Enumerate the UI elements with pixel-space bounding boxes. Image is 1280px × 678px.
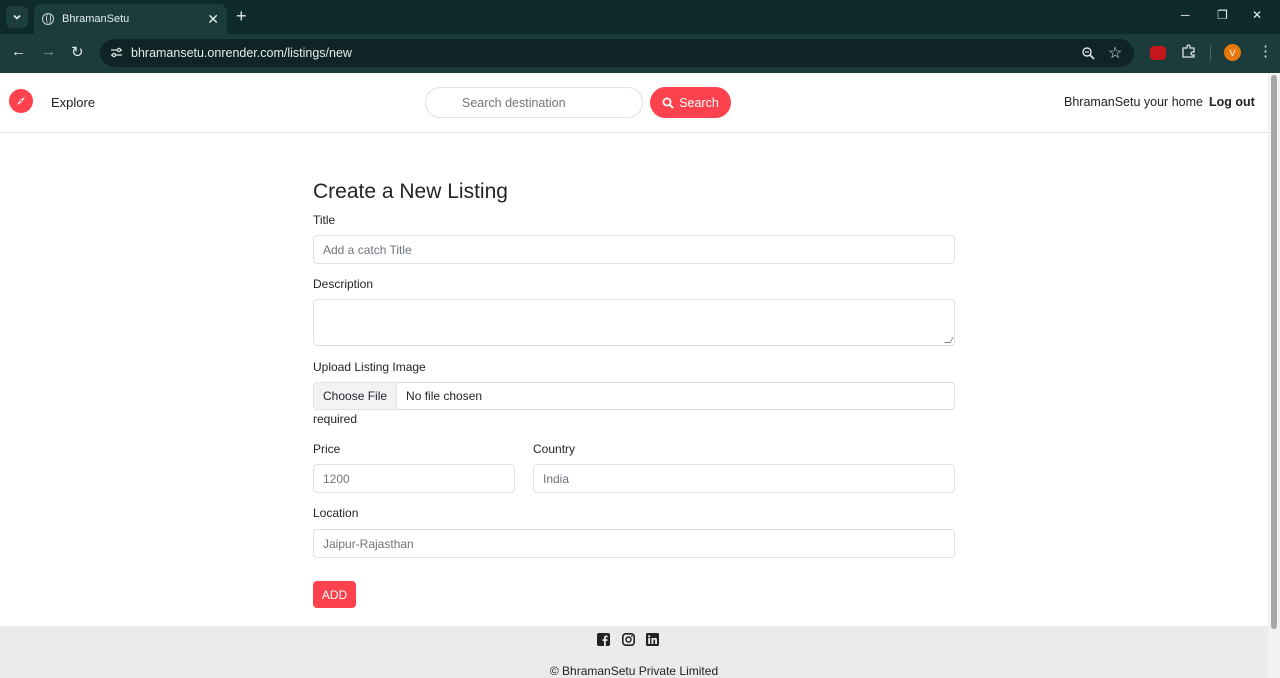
tab-title: BhramanSetu: [62, 13, 130, 25]
add-listing-button[interactable]: ADD: [313, 581, 356, 608]
country-input[interactable]: India: [533, 464, 955, 493]
country-placeholder: India: [543, 471, 570, 486]
close-window-button[interactable]: ✕: [1252, 8, 1262, 22]
tab-list-button[interactable]: [6, 6, 28, 28]
zoom-icon[interactable]: [1081, 46, 1095, 60]
globe-icon: [42, 13, 54, 25]
page-title: Create a New Listing: [313, 180, 508, 203]
site-footer: © BhramanSetu Private Limited: [0, 626, 1268, 678]
nav-explore-link[interactable]: Explore: [51, 95, 95, 110]
search-input[interactable]: [425, 87, 643, 118]
file-status-text: No file chosen: [406, 389, 483, 403]
back-button[interactable]: ←: [11, 43, 26, 60]
browser-tab[interactable]: BhramanSetu ✕: [34, 4, 227, 34]
profile-avatar[interactable]: V: [1224, 44, 1241, 61]
new-tab-button[interactable]: +: [236, 7, 247, 25]
site-settings-icon[interactable]: [110, 46, 123, 59]
page-viewport: Explore Search BhramanSetu your home Log…: [0, 73, 1268, 678]
location-placeholder: Jaipur-Rajasthan: [323, 536, 414, 551]
choose-file-button[interactable]: Choose File: [314, 383, 398, 409]
description-label: Description: [313, 277, 374, 291]
scrollbar-thumb[interactable]: [1271, 75, 1277, 629]
close-tab-icon[interactable]: ✕: [207, 11, 219, 28]
restore-button[interactable]: ❐: [1217, 8, 1228, 22]
title-placeholder: Add a catch Title: [323, 242, 412, 257]
chevron-down-icon: [13, 14, 21, 20]
facebook-icon[interactable]: [597, 633, 610, 646]
extension-record-icon[interactable]: [1150, 46, 1166, 60]
price-input[interactable]: 1200: [313, 464, 515, 493]
url-text: bhramansetu.onrender.com/listings/new: [131, 46, 352, 60]
search-button[interactable]: Search: [650, 87, 731, 118]
price-label: Price: [313, 442, 341, 456]
resize-handle-icon[interactable]: [944, 337, 954, 343]
compass-logo-icon[interactable]: [9, 89, 33, 113]
title-label: Title: [313, 213, 336, 227]
browser-toolbar: ← → ↻ bhramansetu.onrender.com/listings/…: [0, 34, 1280, 73]
copyright-text: © BhramanSetu Private Limited: [549, 664, 719, 678]
bookmark-star-icon[interactable]: ☆: [1108, 43, 1122, 63]
country-label: Country: [533, 442, 576, 456]
image-upload-label: Upload Listing Image: [313, 360, 426, 374]
image-file-input[interactable]: Choose File No file chosen: [313, 382, 955, 410]
browser-menu-icon[interactable]: ⋮: [1258, 42, 1273, 60]
search-button-label: Search: [679, 95, 719, 110]
host-home-link[interactable]: BhramanSetu your home: [1064, 95, 1203, 109]
forward-button[interactable]: →: [41, 43, 56, 60]
minimize-button[interactable]: ─: [1181, 8, 1190, 22]
browser-tabstrip: BhramanSetu ✕ + ─ ❐ ✕: [0, 0, 1280, 34]
location-label: Location: [313, 506, 359, 520]
extensions-puzzle-icon[interactable]: [1181, 44, 1196, 59]
title-input[interactable]: Add a catch Title: [313, 235, 955, 264]
linkedin-icon[interactable]: [646, 633, 659, 646]
image-required-note: required: [313, 412, 358, 426]
instagram-icon[interactable]: [622, 633, 635, 646]
site-navbar: Explore Search BhramanSetu your home Log…: [0, 73, 1268, 133]
search-icon: [662, 97, 674, 109]
location-input[interactable]: Jaipur-Rajasthan: [313, 529, 955, 558]
address-bar[interactable]: bhramansetu.onrender.com/listings/new ☆: [100, 39, 1134, 67]
description-textarea[interactable]: [313, 299, 955, 346]
logout-link[interactable]: Log out: [1209, 95, 1255, 109]
price-placeholder: 1200: [323, 471, 350, 486]
page-scrollbar[interactable]: [1268, 73, 1280, 678]
toolbar-divider: [1210, 45, 1211, 61]
reload-button[interactable]: ↻: [71, 43, 84, 61]
